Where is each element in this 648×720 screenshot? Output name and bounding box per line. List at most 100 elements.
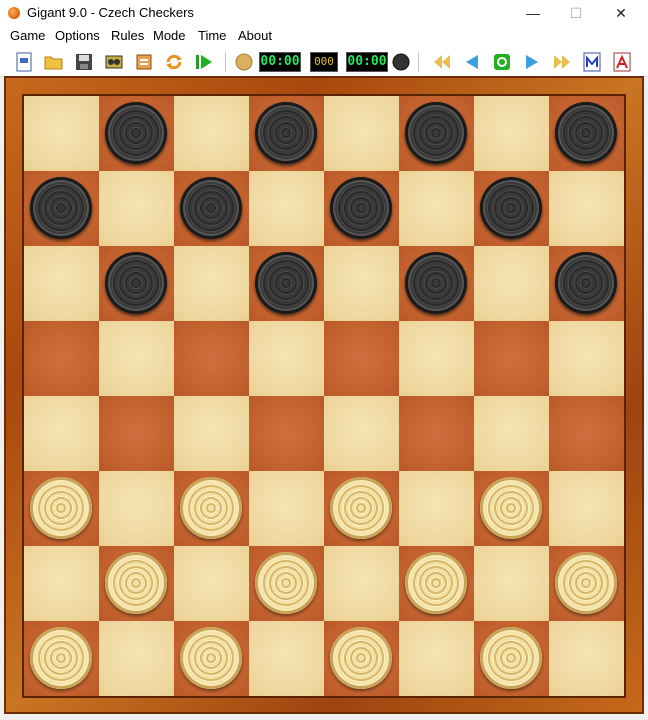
- square-e4[interactable]: [324, 396, 399, 471]
- black-piece[interactable]: [255, 252, 317, 314]
- black-piece[interactable]: [405, 102, 467, 164]
- square-h7[interactable]: [549, 171, 624, 246]
- play-icon[interactable]: [193, 51, 215, 73]
- square-h3[interactable]: [549, 471, 624, 546]
- square-d7[interactable]: [249, 171, 324, 246]
- square-b3[interactable]: [99, 471, 174, 546]
- white-piece[interactable]: [555, 552, 617, 614]
- white-piece[interactable]: [480, 477, 542, 539]
- square-h1[interactable]: [549, 621, 624, 696]
- square-c5[interactable]: [174, 321, 249, 396]
- menu-rules[interactable]: Rules: [111, 28, 144, 43]
- black-piece[interactable]: [105, 252, 167, 314]
- square-c4[interactable]: [174, 396, 249, 471]
- white-piece[interactable]: [180, 477, 242, 539]
- open-icon[interactable]: [43, 51, 65, 73]
- engine-icon[interactable]: [103, 51, 125, 73]
- white-piece[interactable]: [405, 552, 467, 614]
- square-a4[interactable]: [24, 396, 99, 471]
- square-d3[interactable]: [249, 471, 324, 546]
- new-game-icon[interactable]: [13, 51, 35, 73]
- move-counter: 000: [310, 52, 338, 72]
- square-f1[interactable]: [399, 621, 474, 696]
- menu-options[interactable]: Options: [55, 28, 100, 43]
- square-f4[interactable]: [399, 396, 474, 471]
- maximize-button[interactable]: ☐: [553, 0, 599, 26]
- close-button[interactable]: ✕: [598, 0, 644, 26]
- square-c2[interactable]: [174, 546, 249, 621]
- toolbar-separator: [225, 52, 226, 72]
- black-piece[interactable]: [555, 252, 617, 314]
- black-piece[interactable]: [30, 177, 92, 239]
- title-bar: Gigant 9.0 - Czech Checkers — ☐ ✕: [0, 0, 648, 26]
- print-icon[interactable]: [133, 51, 155, 73]
- black-piece[interactable]: [255, 102, 317, 164]
- square-h4[interactable]: [549, 396, 624, 471]
- black-side-icon[interactable]: [390, 51, 412, 73]
- window-title: Gigant 9.0 - Czech Checkers: [27, 5, 194, 20]
- white-piece[interactable]: [255, 552, 317, 614]
- a-icon[interactable]: [611, 51, 633, 73]
- status-strip: [0, 714, 648, 720]
- square-d1[interactable]: [249, 621, 324, 696]
- square-g8[interactable]: [474, 96, 549, 171]
- square-g2[interactable]: [474, 546, 549, 621]
- square-f5[interactable]: [399, 321, 474, 396]
- square-a5[interactable]: [24, 321, 99, 396]
- minimize-button[interactable]: —: [510, 0, 556, 26]
- square-e5[interactable]: [324, 321, 399, 396]
- board-frame: [4, 76, 644, 714]
- square-b7[interactable]: [99, 171, 174, 246]
- square-a2[interactable]: [24, 546, 99, 621]
- square-e2[interactable]: [324, 546, 399, 621]
- back-move-icon[interactable]: [461, 51, 483, 73]
- square-g6[interactable]: [474, 246, 549, 321]
- white-piece[interactable]: [480, 627, 542, 689]
- app-icon: [8, 7, 20, 19]
- square-c8[interactable]: [174, 96, 249, 171]
- square-f3[interactable]: [399, 471, 474, 546]
- black-piece[interactable]: [180, 177, 242, 239]
- square-g5[interactable]: [474, 321, 549, 396]
- first-move-icon[interactable]: [431, 51, 453, 73]
- white-piece[interactable]: [180, 627, 242, 689]
- square-c6[interactable]: [174, 246, 249, 321]
- square-f7[interactable]: [399, 171, 474, 246]
- white-piece[interactable]: [105, 552, 167, 614]
- white-piece[interactable]: [30, 627, 92, 689]
- menu-about[interactable]: About: [238, 28, 272, 43]
- menu-bar: Game Options Rules Mode Time About: [0, 26, 648, 46]
- menu-mode[interactable]: Mode: [153, 28, 186, 43]
- square-d5[interactable]: [249, 321, 324, 396]
- black-piece[interactable]: [480, 177, 542, 239]
- forward-move-icon[interactable]: [521, 51, 543, 73]
- clock-white: 00:00: [259, 52, 301, 72]
- m-icon[interactable]: [581, 51, 603, 73]
- save-icon[interactable]: [73, 51, 95, 73]
- last-move-icon[interactable]: [551, 51, 573, 73]
- square-a8[interactable]: [24, 96, 99, 171]
- square-b1[interactable]: [99, 621, 174, 696]
- white-piece[interactable]: [30, 477, 92, 539]
- square-b5[interactable]: [99, 321, 174, 396]
- square-g4[interactable]: [474, 396, 549, 471]
- toolbar-separator: [418, 52, 419, 72]
- white-piece[interactable]: [330, 477, 392, 539]
- white-side-icon[interactable]: [233, 51, 255, 73]
- square-a6[interactable]: [24, 246, 99, 321]
- square-d4[interactable]: [249, 396, 324, 471]
- menu-time[interactable]: Time: [198, 28, 226, 43]
- black-piece[interactable]: [105, 102, 167, 164]
- black-piece[interactable]: [405, 252, 467, 314]
- stop-icon[interactable]: [491, 51, 513, 73]
- black-piece[interactable]: [555, 102, 617, 164]
- square-b4[interactable]: [99, 396, 174, 471]
- square-e6[interactable]: [324, 246, 399, 321]
- white-piece[interactable]: [330, 627, 392, 689]
- square-e8[interactable]: [324, 96, 399, 171]
- rotate-board-icon[interactable]: [163, 51, 185, 73]
- black-piece[interactable]: [330, 177, 392, 239]
- checkers-board[interactable]: [24, 96, 624, 696]
- menu-game[interactable]: Game: [10, 28, 45, 43]
- square-h5[interactable]: [549, 321, 624, 396]
